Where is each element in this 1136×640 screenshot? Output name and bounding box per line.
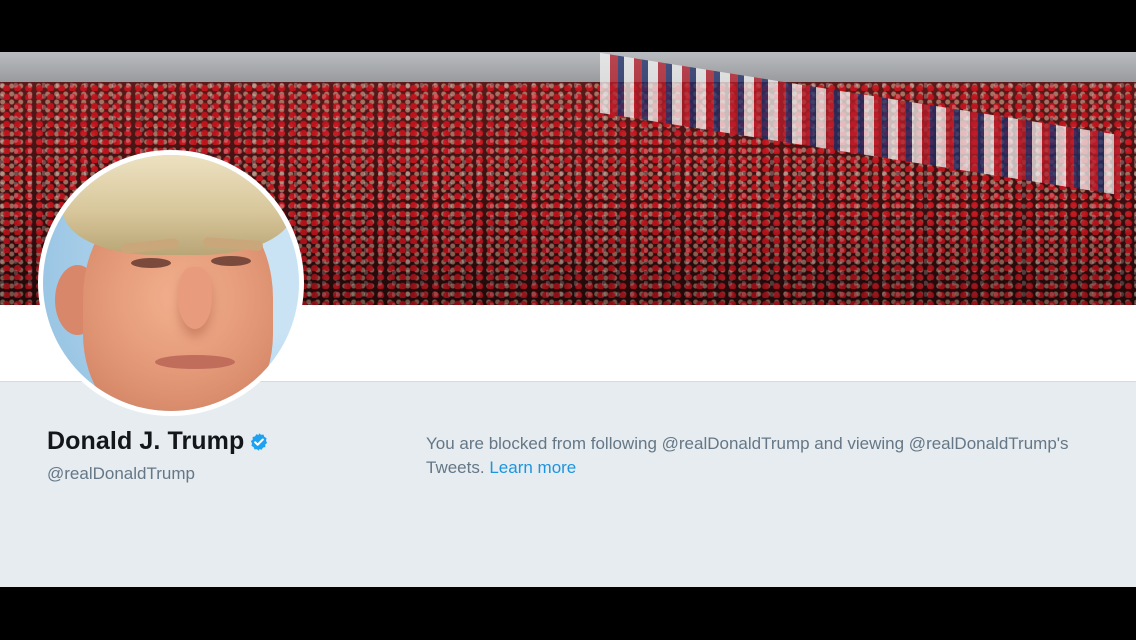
profile-handle[interactable]: @realDonaldTrump xyxy=(47,464,195,484)
letterbox-top xyxy=(0,0,1136,52)
avatar[interactable] xyxy=(38,150,304,416)
profile-name[interactable]: Donald J. Trump xyxy=(47,427,244,456)
avatar-nose xyxy=(178,267,212,329)
learn-more-link[interactable]: Learn more xyxy=(489,458,576,477)
verified-check-icon xyxy=(251,432,268,451)
avatar-eye-right xyxy=(211,256,251,266)
profile-page: Donald J. Trump @realDonaldTrump You are… xyxy=(0,52,1136,587)
avatar-eye-left xyxy=(131,258,171,268)
avatar-mouth xyxy=(155,355,235,369)
letterbox-bottom xyxy=(0,587,1136,640)
profile-name-row: Donald J. Trump xyxy=(47,427,269,456)
avatar-photo xyxy=(43,155,299,411)
blocked-notice: You are blocked from following @realDona… xyxy=(426,432,1106,480)
